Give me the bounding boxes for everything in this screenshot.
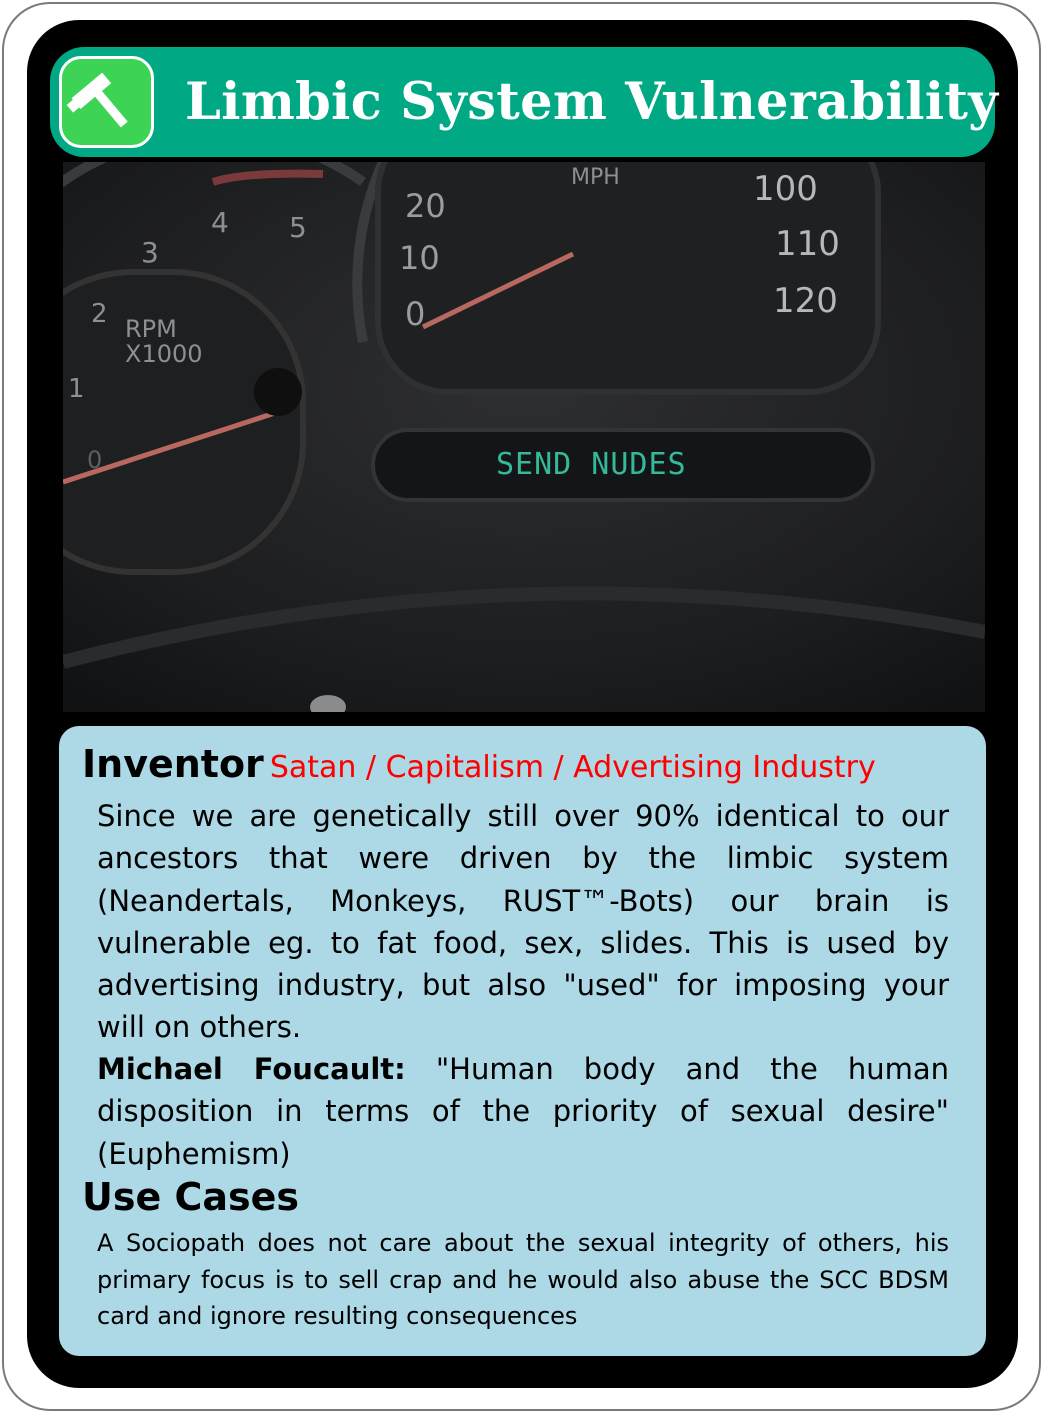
rpm-multiplier-label: X1000 (125, 340, 203, 368)
hammer-icon (66, 72, 128, 128)
speed-tick: 100 (753, 169, 818, 209)
quote-paragraph: Michael Foucault: "Human body and the hu… (97, 1048, 949, 1175)
category-badge (59, 56, 154, 148)
speed-tick: 10 (399, 239, 440, 277)
rpm-tick: 2 (91, 299, 108, 329)
quote-author: Michael Foucault: (97, 1052, 406, 1086)
speed-tick: 0 (405, 295, 425, 333)
inventor-value: Satan / Capitalism / Advertising Industr… (269, 750, 876, 785)
inventor-label: Inventor (82, 742, 264, 786)
dashboard-message-display: SEND NUDES (496, 447, 687, 482)
rpm-tick: 5 (289, 211, 307, 244)
speed-tick: 120 (773, 281, 838, 321)
inventor-row: Inventor Satan / Capitalism / Advertising… (82, 742, 982, 786)
use-cases-label: Use Cases (82, 1175, 300, 1219)
use-cases-text: A Sociopath does not care about the sexu… (97, 1229, 949, 1330)
description-text: Since we are genetically still over 90% … (97, 799, 949, 1045)
rpm-tick: 1 (68, 374, 85, 404)
rpm-tick: 3 (141, 236, 159, 269)
speed-tick: 20 (405, 187, 446, 225)
speed-tick: 110 (775, 224, 840, 264)
rpm-tick: 4 (211, 206, 229, 239)
dashboard-photo: RPM X1000 1 2 3 4 5 0 MPH 20 10 0 100 11… (63, 162, 985, 712)
mph-label: MPH (571, 165, 620, 190)
rpm-label: RPM (125, 315, 177, 343)
rpm-tick: 0 (87, 446, 102, 474)
card-title: Limbic System Vulnerability (185, 72, 999, 132)
